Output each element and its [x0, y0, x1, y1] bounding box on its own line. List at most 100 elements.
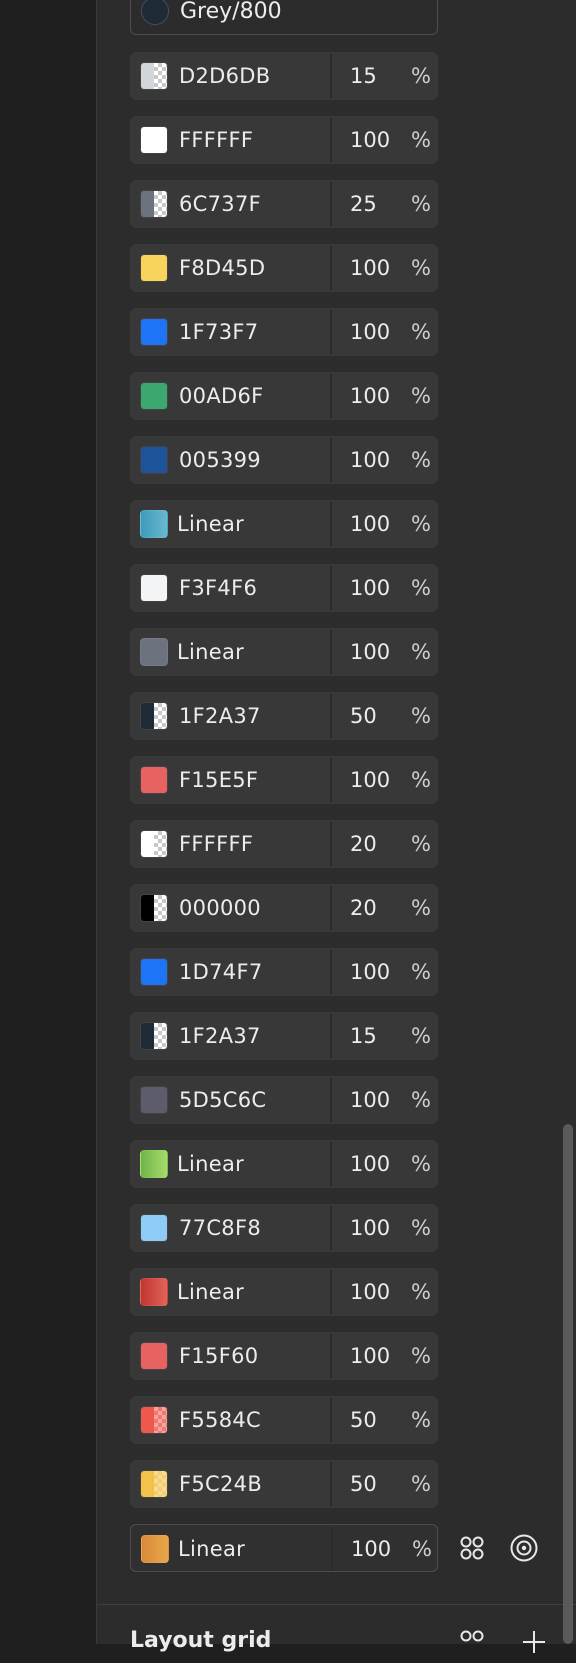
fill-hex-value[interactable]: Linear [177, 512, 244, 536]
fill-row[interactable]: 1F73F7 100% [130, 308, 438, 356]
fill-opacity-value[interactable]: 20 [350, 832, 377, 856]
color-swatch[interactable] [140, 318, 168, 346]
color-swatch[interactable] [140, 574, 168, 602]
color-swatch[interactable] [141, 1535, 169, 1563]
scrollbar-thumb[interactable] [563, 1124, 573, 1644]
fill-row[interactable]: Linear 100% [130, 628, 438, 676]
color-swatch[interactable] [140, 1406, 168, 1434]
fill-opacity-value[interactable]: 50 [350, 704, 377, 728]
fill-opacity-value[interactable]: 50 [350, 1472, 377, 1496]
fill-row[interactable]: Linear 100% [130, 500, 438, 548]
fill-style-row[interactable]: Grey/800 [130, 0, 438, 35]
fill-opacity-value[interactable]: 15 [350, 1024, 377, 1048]
fill-hex-value[interactable]: F3F4F6 [179, 576, 257, 600]
fill-row[interactable]: FFFFFF 100% [130, 116, 438, 164]
fill-opacity-value[interactable]: 100 [350, 576, 390, 600]
layout-grid-style-icon[interactable] [455, 1625, 489, 1659]
fill-hex-value[interactable]: 000000 [179, 896, 261, 920]
color-swatch[interactable] [140, 1214, 168, 1242]
fill-row[interactable]: Linear 100% [130, 1268, 438, 1316]
fill-row[interactable]: F15E5F 100% [130, 756, 438, 804]
fill-opacity-value[interactable]: 100 [350, 256, 390, 280]
fill-row[interactable]: Linear 100% [130, 1524, 438, 1572]
fill-hex-value[interactable]: 1F2A37 [179, 1024, 261, 1048]
fill-hex-value[interactable]: 77C8F8 [179, 1216, 261, 1240]
fill-opacity-value[interactable]: 100 [350, 1344, 390, 1368]
color-swatch[interactable] [140, 638, 168, 666]
fill-row[interactable]: F15F60 100% [130, 1332, 438, 1380]
fill-opacity-value[interactable]: 50 [350, 1408, 377, 1432]
fill-opacity-value[interactable]: 100 [350, 1216, 390, 1240]
fill-hex-value[interactable]: 6C737F [179, 192, 261, 216]
fill-hex-value[interactable]: 1F73F7 [179, 320, 258, 344]
fill-row[interactable]: 6C737F 25% [130, 180, 438, 228]
fill-hex-value[interactable]: Linear [177, 1152, 244, 1176]
color-swatch[interactable] [140, 1086, 168, 1114]
color-swatch[interactable] [140, 1150, 168, 1178]
fill-opacity-value[interactable]: 100 [350, 768, 390, 792]
color-swatch[interactable] [140, 830, 168, 858]
fill-opacity-value[interactable]: 100 [350, 384, 390, 408]
fill-opacity-value[interactable]: 15 [350, 64, 377, 88]
fill-opacity-value[interactable]: 100 [350, 640, 390, 664]
fill-opacity-value[interactable]: 100 [350, 512, 390, 536]
fill-row[interactable]: 005399 100% [130, 436, 438, 484]
fill-hex-value[interactable]: 5D5C6C [179, 1088, 266, 1112]
fill-opacity-value[interactable]: 20 [350, 896, 377, 920]
fill-row[interactable]: F5C24B 50% [130, 1460, 438, 1508]
color-swatch[interactable] [140, 958, 168, 986]
fill-hex-value[interactable]: F5584C [179, 1408, 261, 1432]
fill-hex-value[interactable]: F15E5F [179, 768, 258, 792]
fill-hex-value[interactable]: 1F2A37 [179, 704, 261, 728]
fill-opacity-value[interactable]: 100 [350, 1280, 390, 1304]
color-swatch[interactable] [140, 510, 168, 538]
color-swatch[interactable] [140, 126, 168, 154]
color-swatch[interactable] [140, 1022, 168, 1050]
color-swatch[interactable] [140, 1342, 168, 1370]
color-swatch[interactable] [140, 190, 168, 218]
style-grid-icon[interactable] [455, 1531, 489, 1565]
color-swatch[interactable] [140, 894, 168, 922]
color-swatch[interactable] [140, 382, 168, 410]
fill-hex-value[interactable]: 00AD6F [179, 384, 264, 408]
fill-row[interactable]: Linear 100% [130, 1140, 438, 1188]
fill-opacity-value[interactable]: 100 [351, 1537, 391, 1561]
fill-row[interactable]: 00AD6F 100% [130, 372, 438, 420]
color-swatch[interactable] [140, 446, 168, 474]
fill-hex-value[interactable]: 1D74F7 [179, 960, 263, 984]
fill-opacity-value[interactable]: 25 [350, 192, 377, 216]
fill-row[interactable]: 1D74F7 100% [130, 948, 438, 996]
fill-opacity-value[interactable]: 100 [350, 1152, 390, 1176]
color-swatch[interactable] [140, 702, 168, 730]
fill-opacity-value[interactable]: 100 [350, 1088, 390, 1112]
target-icon[interactable] [507, 1531, 541, 1565]
fill-hex-value[interactable]: D2D6DB [179, 64, 270, 88]
fill-opacity-value[interactable]: 100 [350, 448, 390, 472]
fill-row[interactable]: FFFFFF 20% [130, 820, 438, 868]
fill-row[interactable]: 77C8F8 100% [130, 1204, 438, 1252]
fill-hex-value[interactable]: Linear [178, 1537, 245, 1561]
color-swatch[interactable] [140, 254, 168, 282]
fill-row[interactable]: 5D5C6C 100% [130, 1076, 438, 1124]
fill-row[interactable]: F5584C 50% [130, 1396, 438, 1444]
color-swatch[interactable] [140, 1470, 168, 1498]
fill-hex-value[interactable]: F15F60 [179, 1344, 258, 1368]
fill-opacity-value[interactable]: 100 [350, 320, 390, 344]
fill-hex-value[interactable]: Linear [177, 640, 244, 664]
color-swatch[interactable] [140, 1278, 168, 1306]
fill-row[interactable]: F3F4F6 100% [130, 564, 438, 612]
fill-row[interactable]: D2D6DB 15% [130, 52, 438, 100]
fill-row[interactable]: 000000 20% [130, 884, 438, 932]
fill-opacity-value[interactable]: 100 [350, 128, 390, 152]
fill-row[interactable]: 1F2A37 50% [130, 692, 438, 740]
color-swatch[interactable] [140, 766, 168, 794]
fill-hex-value[interactable]: Linear [177, 1280, 244, 1304]
fill-row[interactable]: 1F2A37 15% [130, 1012, 438, 1060]
fill-hex-value[interactable]: F5C24B [179, 1472, 262, 1496]
fill-hex-value[interactable]: F8D45D [179, 256, 265, 280]
plus-icon[interactable] [517, 1625, 551, 1659]
fill-hex-value[interactable]: 005399 [179, 448, 261, 472]
fill-hex-value[interactable]: FFFFFF [179, 128, 253, 152]
fill-opacity-value[interactable]: 100 [350, 960, 390, 984]
color-swatch[interactable] [140, 62, 168, 90]
